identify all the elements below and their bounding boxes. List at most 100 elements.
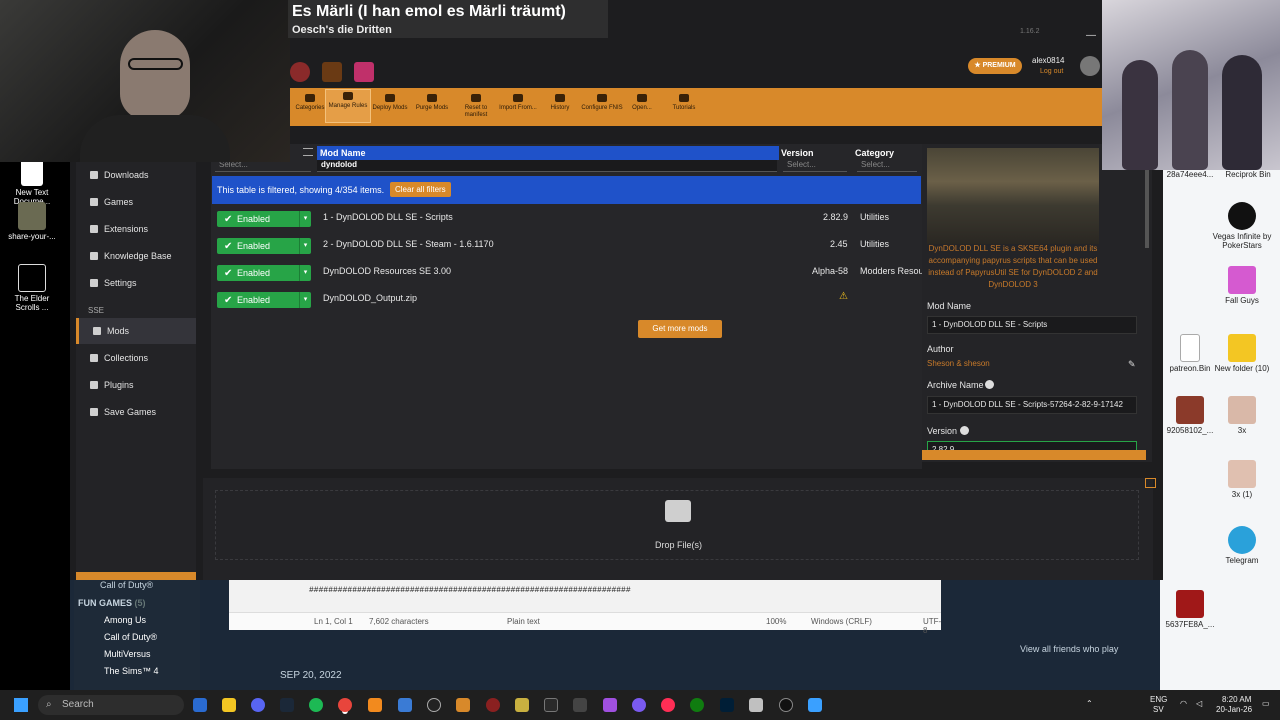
enabled-toggle[interactable]: ✔ Enabled ▾ [217,211,311,227]
file-explorer-icon[interactable] [222,698,236,712]
filter-version[interactable]: Select... [783,160,847,172]
nav-downloads[interactable]: Downloads [76,162,196,188]
toolbar-reset[interactable]: Reset to manifest [454,92,498,119]
table-row[interactable]: ✔ Enabled ▾ 1 - DynDOLOD DLL SE - Scripts … [211,206,922,232]
app-icon[interactable] [632,698,646,712]
vortex-icon[interactable] [456,698,470,712]
desktop-icon-image[interactable]: 92058102_... [1160,396,1220,435]
desktop-icon-telegram[interactable]: Telegram [1212,526,1272,565]
list-icon[interactable] [303,148,313,156]
author-link[interactable]: Sheson & sheson [927,359,990,368]
enabled-toggle[interactable]: ✔ Enabled ▾ [217,292,311,308]
panel-scrollbar[interactable] [922,450,1146,460]
toolbar-manage-rules[interactable]: Manage Rules [325,89,371,123]
mod-name-field[interactable]: 1 - DynDOLOD DLL SE - Scripts [927,316,1137,334]
mail-icon[interactable] [1145,478,1156,488]
library-item[interactable]: Among Us [104,615,146,625]
logout-link[interactable]: Log out [1040,68,1063,75]
edit-icon[interactable]: ✎ [1128,359,1136,370]
collection-header[interactable]: FUN GAMES (5) [78,598,146,608]
desktop-icon-image-2[interactable]: 5637FE8A_... [1160,590,1220,629]
opera-icon[interactable] [661,698,675,712]
filter-category[interactable]: Select... [857,160,917,172]
clock-date[interactable]: 20-Jan-26 [1216,705,1252,714]
chevron-up-icon[interactable]: ⌃ [1086,699,1093,708]
header-version[interactable]: Version [781,146,814,160]
info-icon[interactable] [985,380,994,389]
enabled-toggle[interactable]: ✔ Enabled ▾ [217,238,311,254]
game-icon-3[interactable] [354,62,374,82]
premium-badge[interactable]: ★ PREMIUM [968,58,1022,74]
drop-zone[interactable]: Drop File(s) [203,478,1156,580]
region-label[interactable]: SV [1153,705,1164,714]
windows-start-icon[interactable] [14,698,28,712]
nav-mods[interactable]: Mods [76,318,196,344]
notepad-icon[interactable] [808,698,822,712]
search-app-icon[interactable] [368,698,382,712]
clock-time[interactable]: 8:20 AM [1222,695,1251,704]
minimize-icon[interactable]: — [1086,30,1096,41]
table-row[interactable]: ✔ Enabled ▾ 2 - DynDOLOD DLL SE - Steam - … [211,233,922,259]
toolbar-import[interactable]: Import From... [496,92,540,112]
nav-settings[interactable]: Settings [76,270,196,296]
chevron-down-icon[interactable]: ▾ [299,265,311,281]
app-icon[interactable] [398,698,412,712]
toolbar-purge[interactable]: Purge Mods [410,92,454,112]
toolbar-history[interactable]: History [538,92,582,112]
obs-icon[interactable] [427,698,441,712]
app-icon[interactable] [779,698,793,712]
nav-extensions[interactable]: Extensions [76,216,196,242]
app-icon[interactable] [515,698,529,712]
taskbar-search[interactable]: ⌕ Search [38,695,184,715]
header-mod-name[interactable]: Mod Name [317,146,779,160]
desktop-icon-3x[interactable]: 3x [1212,396,1272,435]
library-item[interactable]: Call of Duty® [104,632,157,642]
notification-icon[interactable]: ▭ [1262,699,1270,708]
game-icon-1[interactable] [290,62,310,82]
app-icon[interactable] [544,698,558,712]
app-icon[interactable] [486,698,500,712]
archive-name-field[interactable]: 1 - DynDOLOD DLL SE - Scripts-57264-2-82… [927,396,1137,414]
nav-games[interactable]: Games [76,189,196,215]
app-icon[interactable] [749,698,763,712]
desktop-icon-patreon[interactable]: patreon.Bin [1160,334,1220,373]
wifi-icon[interactable]: ◠ [1180,699,1187,708]
clear-filters-button[interactable]: Clear all filters [390,182,451,197]
xbox-icon[interactable] [690,698,704,712]
enabled-toggle[interactable]: ✔ Enabled ▾ [217,265,311,281]
desktop-icon-recycle-bin[interactable]: Reciprok Bin [1218,170,1278,179]
desktop-icon-3x-1[interactable]: 3x (1) [1212,460,1272,499]
header-category[interactable]: Category [855,146,894,160]
notepad-content[interactable]: ########################################… [309,586,631,595]
info-icon[interactable] [960,426,969,435]
nav-plugins[interactable]: Plugins [76,372,196,398]
desktop-icon-folder[interactable]: New folder (10) [1212,334,1272,373]
toolbar-fnis[interactable]: Configure FNIS [580,92,624,112]
toolbar-deploy[interactable]: Deploy Mods [368,92,412,112]
chevron-down-icon[interactable]: ▾ [299,211,311,227]
game-icon-2[interactable] [322,62,342,82]
chevron-down-icon[interactable]: ▾ [299,292,311,308]
nav-knowledge-base[interactable]: Knowledge Base [76,243,196,269]
toolbar-open[interactable]: Open... [620,92,664,112]
table-row[interactable]: ✔ Enabled ▾ DynDOLOD Resources SE 3.00 Alp… [211,260,922,286]
chrome-icon[interactable] [338,698,352,712]
desktop-icon-fall-guys[interactable]: Fall Guys [1212,266,1272,305]
app-icon[interactable] [603,698,617,712]
library-item[interactable]: MultiVersus [104,649,151,659]
filter-mod-name[interactable]: dyndolod [317,160,777,172]
chevron-down-icon[interactable]: ▾ [299,238,311,254]
desktop-icon-elder-scrolls[interactable]: The Elder Scrolls ... [2,264,62,312]
desktop-icon[interactable]: 28a74eee4... [1160,170,1220,179]
toolbar-tutorials[interactable]: Tutorials [662,92,706,112]
steam-icon[interactable] [280,698,294,712]
desktop-icon-text-doc[interactable]: New Text Docume... [2,158,62,206]
nav-save-games[interactable]: Save Games [76,399,196,425]
view-friends-link[interactable]: View all friends who play [1020,644,1118,654]
language-label[interactable]: ENG [1150,695,1167,704]
photoshop-icon[interactable] [720,698,734,712]
sidebar-scrollbar[interactable] [76,572,196,580]
widgets-icon[interactable] [193,698,207,712]
discord-icon[interactable] [251,698,265,712]
warning-icon[interactable]: ⚠ [839,291,848,302]
